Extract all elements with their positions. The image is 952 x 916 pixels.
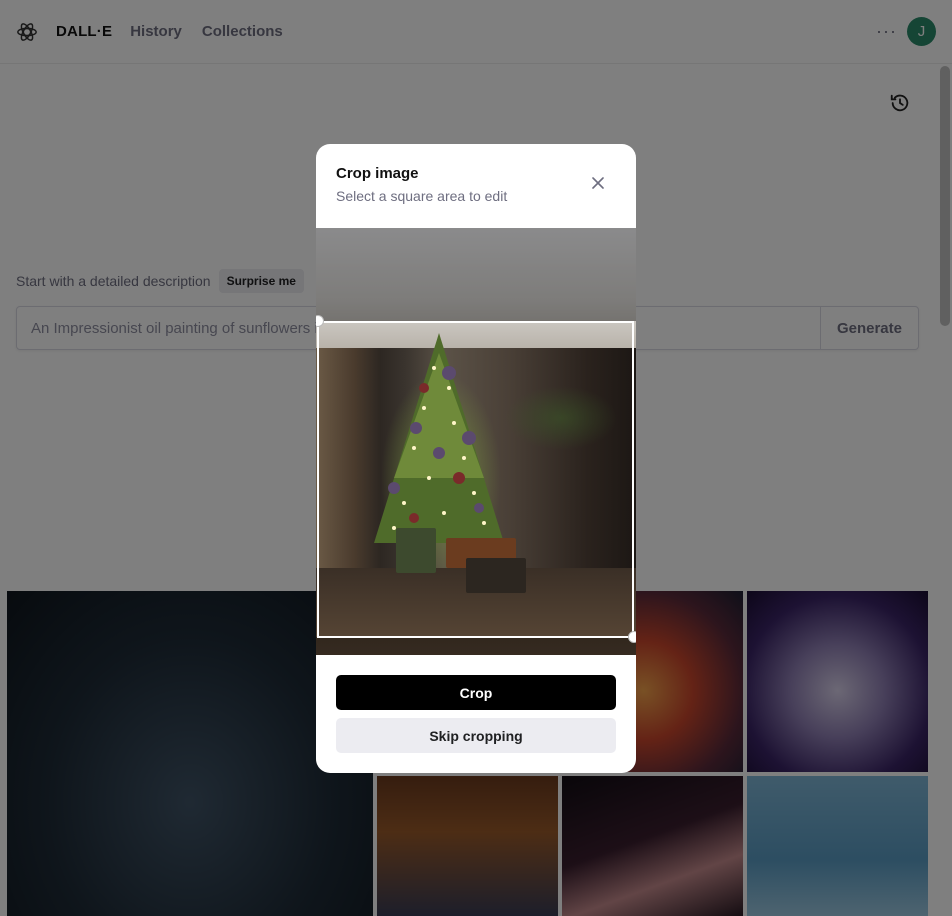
crop-button[interactable]: Crop xyxy=(336,675,616,710)
crop-selection-box[interactable] xyxy=(317,321,634,638)
crop-area[interactable] xyxy=(316,228,636,655)
close-icon xyxy=(592,177,604,189)
dialog-subtitle: Select a square area to edit xyxy=(336,188,508,204)
crop-image-dialog: Crop image Select a square area to edit xyxy=(316,144,636,773)
crop-shade-bottom xyxy=(316,637,636,655)
skip-cropping-button[interactable]: Skip cropping xyxy=(336,718,616,753)
dialog-title: Crop image xyxy=(336,165,419,182)
crop-shade-top xyxy=(316,228,636,321)
close-button[interactable] xyxy=(589,174,607,192)
crop-handle-bottom-right[interactable] xyxy=(628,631,636,643)
